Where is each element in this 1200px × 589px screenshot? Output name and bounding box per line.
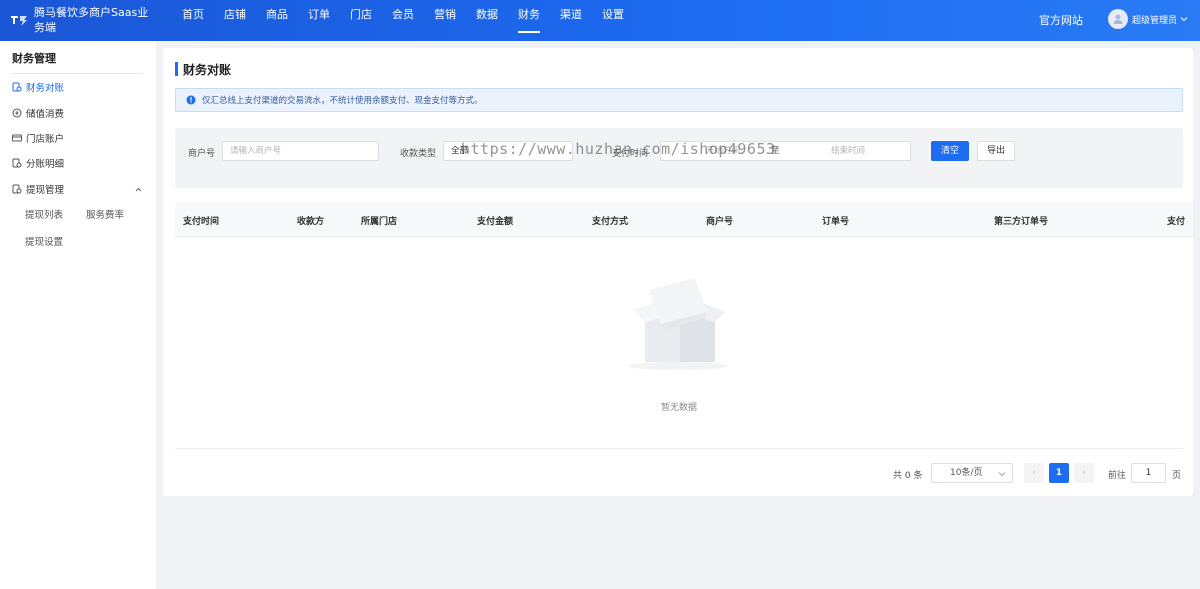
next-page-button[interactable]: ›: [1074, 463, 1094, 483]
sidebar-subitem-withdraw-settings[interactable]: 提现设置: [25, 234, 63, 248]
column-header: 订单号: [822, 217, 850, 227]
divider: [10, 73, 143, 74]
table-empty-state: 暂无数据: [175, 237, 1183, 449]
page-size-select[interactable]: 10条/页: [931, 463, 1013, 483]
sidebar-item-label: 财务对账: [26, 83, 65, 94]
time-label: 支付时间: [612, 149, 649, 159]
nav-settings[interactable]: 设置: [592, 0, 634, 41]
column-header: 支付金额: [477, 217, 514, 227]
official-site-link[interactable]: 官方网站: [1039, 12, 1083, 28]
nav-shop[interactable]: 店铺: [214, 0, 256, 41]
sidebar-item-label: 储值消费: [26, 109, 65, 120]
merchant-label: 商户号: [188, 149, 216, 159]
nav-data[interactable]: 数据: [466, 0, 508, 41]
logo[interactable]: 腾马餐饮多商户Saas业务端: [10, 5, 160, 35]
page-size-value: 10条/页: [950, 468, 983, 478]
nav-products[interactable]: 商品: [256, 0, 298, 41]
sidebar: 财务管理 财务对账 储值消费 门店账户 分账明细 提现管理 提现列表 服务费率 …: [0, 41, 156, 589]
page-suffix: 页: [1172, 471, 1182, 481]
sidebar-item-label: 分账明细: [26, 159, 65, 170]
sidebar-item-stored-value[interactable]: 储值消费: [12, 105, 64, 121]
page-title: 财务对账: [183, 63, 232, 77]
column-header: 所属门店: [361, 217, 398, 227]
finance-icon: [12, 82, 22, 92]
merchant-input[interactable]: 请输入商户号: [222, 141, 379, 161]
start-time-input[interactable]: 开始时间: [706, 142, 740, 160]
chevron-up-icon[interactable]: [134, 185, 143, 194]
column-header: 第三方订单号: [994, 217, 1049, 227]
empty-text: 暂无数据: [660, 403, 697, 413]
stored-value-icon: [12, 108, 22, 118]
app-title: 腾马餐饮多商户Saas业务端: [34, 6, 149, 34]
user-menu[interactable]: 超级管理员: [1108, 9, 1188, 29]
clear-button[interactable]: 清空: [931, 141, 969, 161]
info-notice: 仅汇总线上支付渠道的交易流水，不统计使用余额支付、现金支付等方式。: [175, 88, 1183, 112]
notice-text: 仅汇总线上支付渠道的交易流水，不统计使用余额支付、现金支付等方式。: [202, 96, 483, 106]
sidebar-subitem-service-fee[interactable]: 服务费率: [86, 207, 124, 221]
column-header: 收款方: [297, 217, 325, 227]
nav-orders[interactable]: 订单: [298, 0, 340, 41]
nav-channels[interactable]: 渠道: [550, 0, 592, 41]
goto-label: 前往: [1108, 471, 1127, 481]
card-icon: [12, 133, 22, 143]
date-range-picker[interactable]: 开始时间 至 结束时间: [660, 141, 911, 161]
sidebar-title: 财务管理: [12, 52, 56, 65]
nav-marketing[interactable]: 营销: [424, 0, 466, 41]
info-icon: [186, 95, 196, 105]
chevron-down-icon: [1180, 15, 1188, 23]
top-navbar: 腾马餐饮多商户Saas业务端 首页 店铺 商品 订单 门店 会员 营销 数据 财…: [0, 0, 1200, 41]
column-header: 支付: [1167, 217, 1186, 227]
type-select[interactable]: 全部: [443, 141, 573, 161]
pagination-total: 共 0 条: [893, 471, 923, 481]
type-label: 收款类型: [400, 149, 437, 159]
sidebar-item-finance-reconciliation[interactable]: 财务对账: [12, 79, 64, 95]
page-1-button[interactable]: 1: [1049, 463, 1069, 483]
brand-logo-icon: [10, 13, 28, 27]
main-panel: 财务对账 仅汇总线上支付渠道的交易流水，不统计使用余额支付、现金支付等方式。 商…: [163, 48, 1193, 496]
column-header: 商户号: [706, 217, 734, 227]
sidebar-item-label: 门店账户: [26, 134, 65, 145]
export-button[interactable]: 导出: [977, 141, 1015, 161]
goto-page-input[interactable]: 1: [1131, 463, 1166, 483]
nav-finance[interactable]: 财务: [508, 0, 550, 41]
withdraw-icon: [12, 184, 22, 194]
prev-page-button[interactable]: ‹: [1024, 463, 1044, 483]
user-icon: [1113, 14, 1123, 24]
sidebar-subitem-withdraw-list[interactable]: 提现列表: [25, 207, 63, 221]
column-header: 支付时间: [183, 217, 220, 227]
nav-members[interactable]: 会员: [382, 0, 424, 41]
title-accent: [175, 62, 178, 76]
user-name: 超级管理员: [1132, 15, 1178, 26]
filter-panel: 商户号 请输入商户号 收款类型 全部 支付时间 开始时间 至 结束时间 清空 导…: [175, 128, 1183, 188]
nav-home[interactable]: 首页: [172, 0, 214, 41]
sidebar-item-store-account[interactable]: 门店账户: [12, 130, 64, 146]
sidebar-item-label: 提现管理: [26, 185, 65, 196]
column-header: 支付方式: [592, 217, 629, 227]
nav-stores[interactable]: 门店: [340, 0, 382, 41]
sidebar-item-withdraw-management[interactable]: 提现管理: [12, 181, 64, 197]
main-nav: 首页 店铺 商品 订单 门店 会员 营销 数据 财务 渠道 设置: [172, 0, 634, 41]
end-time-input[interactable]: 结束时间: [831, 142, 865, 160]
chevron-down-icon: [998, 470, 1006, 478]
range-separator: 至: [771, 146, 780, 156]
sidebar-item-split-details[interactable]: 分账明细: [12, 155, 64, 171]
empty-box-icon: [625, 272, 735, 372]
avatar: [1108, 9, 1128, 29]
split-account-icon: [12, 158, 22, 168]
table-header: 支付时间 收款方 所属门店 支付金额 支付方式 商户号 订单号 第三方订单号 支…: [175, 202, 1193, 237]
